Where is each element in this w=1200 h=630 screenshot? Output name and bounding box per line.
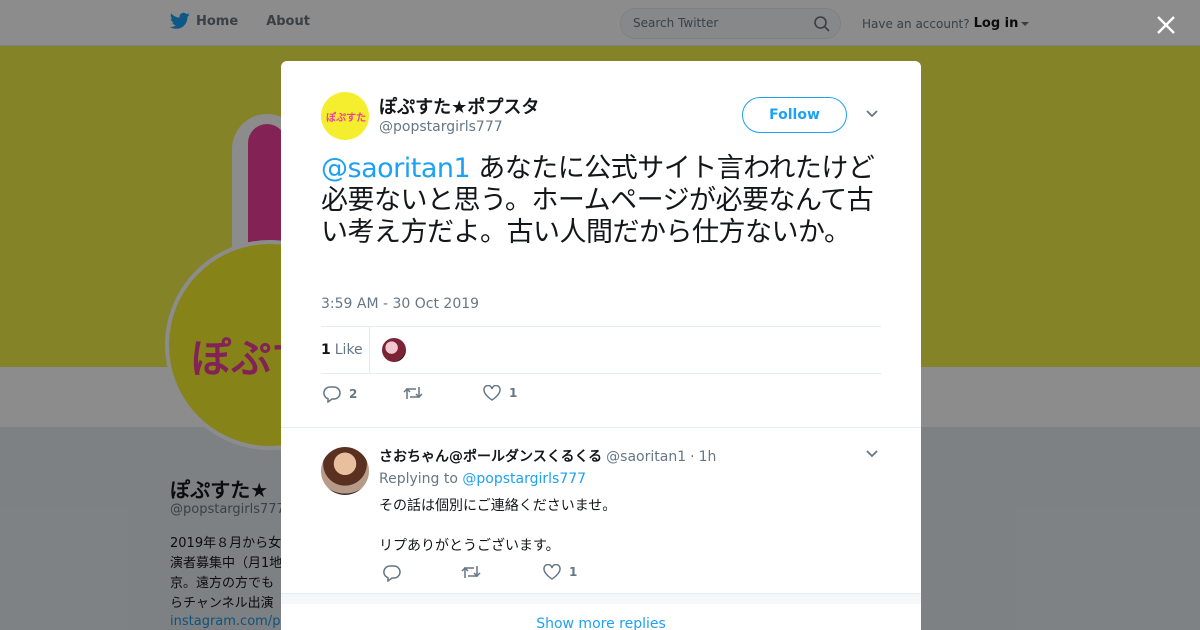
reply-icon (323, 386, 341, 403)
mention-link[interactable]: @saoritan1 (321, 153, 471, 184)
author-name[interactable]: ぽぷすた★ポプスタ (379, 93, 539, 119)
retweet-icon (461, 566, 481, 578)
reply-tweet[interactable]: さおちゃん@ポールダンスくるくる @saoritan1 · 1h Replyin… (281, 427, 921, 593)
author-avatar[interactable]: ぽぷすた (321, 92, 369, 140)
author-handle[interactable]: @popstargirls777 (379, 119, 503, 135)
reply-action[interactable] (383, 564, 409, 582)
more-replies-bar: Show more replies (281, 593, 921, 630)
like-label: Like (334, 342, 363, 358)
reply-actions: 1 (379, 564, 779, 584)
heart-icon (543, 564, 561, 580)
reply-text: リプありがとうございます。 (379, 538, 560, 554)
replying-to-link[interactable]: @popstargirls777 (462, 471, 586, 487)
heart-count: 1 (509, 386, 518, 400)
like-action[interactable]: 1 (543, 564, 577, 580)
chevron-down-icon[interactable] (865, 109, 879, 119)
show-more-replies-link[interactable]: Show more replies (281, 604, 921, 630)
tweet-actions: 2 1 (321, 385, 881, 407)
reply-header: さおちゃん@ポールダンスくるくる @saoritan1 · 1h (379, 446, 716, 466)
replying-to: Replying to @popstargirls777 (379, 471, 586, 487)
tweet-stats: 1 Like (321, 326, 881, 374)
reply-author-name[interactable]: さおちゃん@ポールダンスくるくる (379, 446, 602, 466)
like-stat[interactable]: 1 Like (321, 342, 363, 358)
reply-icon (383, 565, 401, 582)
reply-time[interactable]: 1h (699, 449, 717, 465)
like-action[interactable]: 1 (483, 385, 517, 401)
stats-divider (369, 327, 370, 374)
reply-action[interactable]: 2 (323, 385, 357, 403)
like-count: 1 (321, 342, 331, 358)
heart-count: 1 (569, 565, 578, 579)
close-icon[interactable] (1153, 12, 1179, 38)
reply-avatar[interactable] (321, 447, 369, 495)
follow-button[interactable]: Follow (742, 97, 847, 133)
reply-author-handle[interactable]: @saoritan1 (606, 449, 686, 465)
retweet-icon (403, 387, 423, 399)
reply-count: 2 (349, 387, 358, 401)
heart-icon (483, 385, 501, 401)
tweet-modal: ぽぷすた ぽぷすた★ポプスタ @popstargirls777 Follow @… (281, 61, 921, 630)
retweet-action[interactable] (461, 564, 489, 580)
liker-avatar[interactable] (382, 338, 406, 362)
chevron-down-icon[interactable] (865, 449, 879, 459)
tweet-text: @saoritan1 あなたに公式サイト言われたけど必要ないと思う。ホームページ… (321, 153, 886, 249)
reply-separator: · (690, 449, 695, 465)
replying-prefix: Replying to (379, 471, 463, 487)
retweet-action[interactable] (403, 385, 431, 401)
tweet-timestamp[interactable]: 3:59 AM - 30 Oct 2019 (321, 296, 479, 312)
author-avatar-text: ぽぷすた (326, 113, 367, 124)
reply-text: その話は個別にご連絡くださいませ。 (379, 498, 617, 514)
